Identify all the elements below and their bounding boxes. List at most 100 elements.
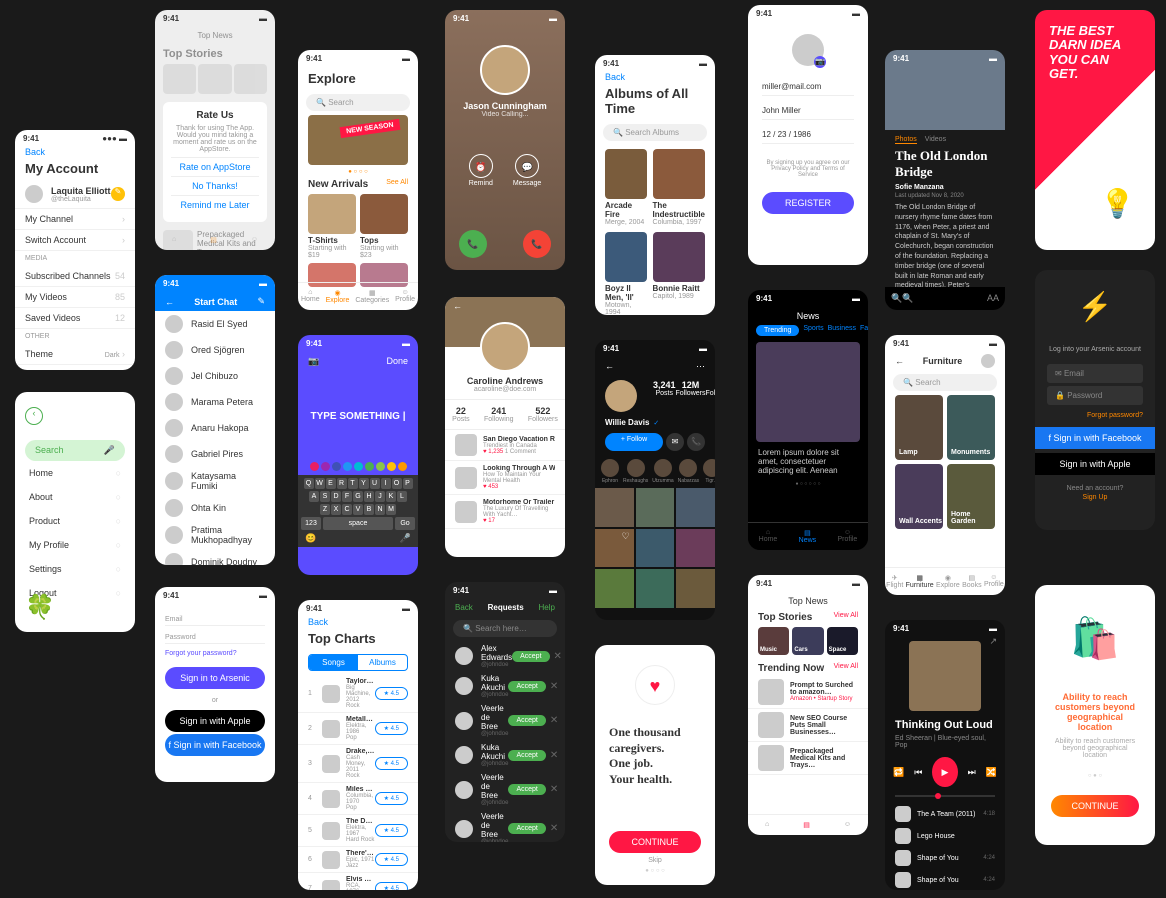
continue-button[interactable]: CONTINUE [609, 831, 701, 853]
post-row[interactable]: San Diego Vacation RentalTrendiest in Ca… [445, 430, 565, 461]
key[interactable]: P [403, 478, 413, 489]
back-link[interactable]: Back [605, 72, 625, 82]
back-icon[interactable]: ← [895, 356, 904, 366]
signin-button[interactable]: Sign in to Arsenic [165, 667, 265, 689]
back-icon[interactable]: ← [165, 297, 174, 307]
register-button[interactable]: REGISTER [762, 192, 854, 214]
message-button[interactable]: 💬Message [513, 154, 541, 187]
search-input[interactable]: 🔍 Search Albums [603, 124, 707, 141]
decline-call-button[interactable]: 📞 [523, 230, 551, 258]
tab-news[interactable]: ▤ [803, 821, 810, 829]
song-row[interactable]: 4Miles Davis, 'Bitches Brew'Columbia, 19… [298, 783, 418, 815]
tab-home[interactable]: ⌂Home [759, 529, 778, 544]
key[interactable]: Q [304, 478, 314, 489]
tab-news[interactable]: ▤News [799, 529, 817, 544]
story-card[interactable]: Cars [792, 627, 823, 655]
contact-row[interactable]: Anaru Hakopa [155, 415, 275, 441]
tab-books[interactable]: ▤Books [962, 574, 981, 589]
back-icon[interactable]: ← [605, 361, 614, 372]
tab-flight[interactable]: ✈Flight [886, 574, 903, 589]
forgot-link[interactable]: Forgot password? [1035, 408, 1155, 423]
facebook-signin-button[interactable]: f Sign in with Facebook [165, 734, 265, 756]
done-button[interactable]: Done [386, 356, 408, 367]
menu-item[interactable]: My Profile○ [15, 533, 135, 557]
share-icon[interactable]: ↗ [989, 636, 997, 647]
profile-avatar[interactable] [981, 354, 995, 368]
tab-furniture[interactable]: ▦Furniture [906, 574, 934, 589]
post-row[interactable]: Motorhome Or TrailerThe Luxury Of Travel… [445, 495, 565, 529]
menu-my-channel[interactable]: My Channel› [15, 209, 135, 230]
song-row[interactable]: 7Elvis Presley, 'The Sun Sessions'RCA, 1… [298, 873, 418, 890]
track-row[interactable]: Shape of You4:24 [885, 869, 1005, 890]
next-icon[interactable]: ⏭ [968, 767, 976, 778]
song-row[interactable]: 1Taylor Swift, 'Red'Big Machine, 2012Roc… [298, 675, 418, 713]
key[interactable]: J [375, 491, 385, 502]
edit-icon[interactable]: ✎ [111, 187, 125, 201]
menu-item[interactable]: About○ [15, 485, 135, 509]
user-row[interactable]: Laquita Elliott@theLaquita ✎ [15, 180, 135, 209]
apple-signin-button[interactable]: Sign in with Apple [1035, 453, 1155, 475]
tab-songs[interactable]: Songs [309, 655, 358, 670]
dismiss-icon[interactable]: ✕ [550, 681, 558, 692]
song-row[interactable]: 2Metallica, 'Master of Puppets'Elektra, … [298, 713, 418, 745]
news-item[interactable]: Prepackaged Medical Kits and Trays… [748, 742, 868, 775]
photo[interactable] [676, 569, 715, 608]
story-card[interactable]: Music [758, 627, 789, 655]
tab-photos[interactable]: Photos [895, 136, 917, 144]
key[interactable]: Y [359, 478, 369, 489]
search-input[interactable]: Search🎤 [25, 440, 125, 461]
menu-language[interactable]: LanguageEnglish › [15, 365, 135, 370]
album-card[interactable]: Boyz II Men, 'II'Motown, 1994 [605, 232, 647, 315]
photo[interactable] [676, 488, 715, 527]
contact-row[interactable]: Dominik Doudny [155, 549, 275, 565]
tab-videos[interactable]: Videos [925, 136, 946, 144]
remind-later-button[interactable]: Remind me Later [171, 195, 259, 214]
tab-profile[interactable]: ☺Profile [837, 529, 857, 544]
remind-button[interactable]: ⏰Remind [469, 154, 493, 187]
photo[interactable] [636, 569, 675, 608]
category-card[interactable]: Home Garden [947, 464, 995, 529]
key[interactable]: O [392, 478, 402, 489]
key[interactable]: S [320, 491, 330, 502]
key[interactable]: E [326, 478, 336, 489]
dismiss-icon[interactable]: ✕ [550, 715, 558, 726]
tab-sports[interactable]: Sports [803, 325, 823, 336]
accept-button[interactable]: Accept [508, 823, 545, 834]
skip-link[interactable]: Skip [595, 857, 715, 864]
menu-item[interactable]: Settings○ [15, 557, 135, 581]
camera-icon[interactable]: 📷 [814, 56, 826, 68]
photo[interactable] [636, 529, 675, 568]
story[interactable]: Ephron [601, 459, 619, 484]
track-row[interactable]: Lego House [885, 825, 1005, 847]
banner[interactable]: NEW SEASON [308, 115, 408, 165]
key[interactable]: N [375, 504, 385, 515]
email-input[interactable]: ✉ Email [1047, 364, 1143, 383]
key[interactable]: K [386, 491, 396, 502]
apple-signin-button[interactable]: Sign in with Apple [165, 710, 265, 732]
category-card[interactable]: Monuments [947, 395, 995, 460]
facebook-signin-button[interactable]: f Sign in with Facebook [1035, 427, 1155, 449]
no-thanks-button[interactable]: No Thanks! [171, 176, 259, 195]
mic-icon[interactable]: 🎤 [400, 533, 411, 544]
date-input[interactable]: 12 / 23 / 1986 [762, 126, 854, 144]
back-link[interactable]: Back [308, 617, 328, 627]
tab-explore[interactable]: ◉Explore [936, 574, 960, 589]
key[interactable]: M [386, 504, 396, 515]
story[interactable]: Tigr… [703, 459, 715, 484]
follow-button[interactable]: + Follow [605, 433, 663, 451]
contact-row[interactable]: Kataysama Fumiki [155, 467, 275, 495]
tab-explore[interactable]: ◉Explore [326, 289, 350, 304]
back-icon[interactable]: ← [453, 301, 462, 311]
help-link[interactable]: Help [539, 603, 555, 612]
search-input[interactable]: 🔍 Search [306, 94, 410, 111]
song-row[interactable]: 6There's a Riot Goin' OnEpic, 1971Jazz★ … [298, 847, 418, 873]
contact-row[interactable]: Marama Petera [155, 389, 275, 415]
key[interactable]: G [353, 491, 363, 502]
tab-business[interactable]: Business [828, 325, 856, 336]
key[interactable]: F [342, 491, 352, 502]
dismiss-icon[interactable]: ✕ [550, 750, 558, 761]
key[interactable]: U [370, 478, 380, 489]
tab-fashion[interactable]: Fashion [860, 325, 868, 336]
key[interactable]: W [315, 478, 325, 489]
tab-profile[interactable]: ☺Profile [395, 289, 415, 304]
